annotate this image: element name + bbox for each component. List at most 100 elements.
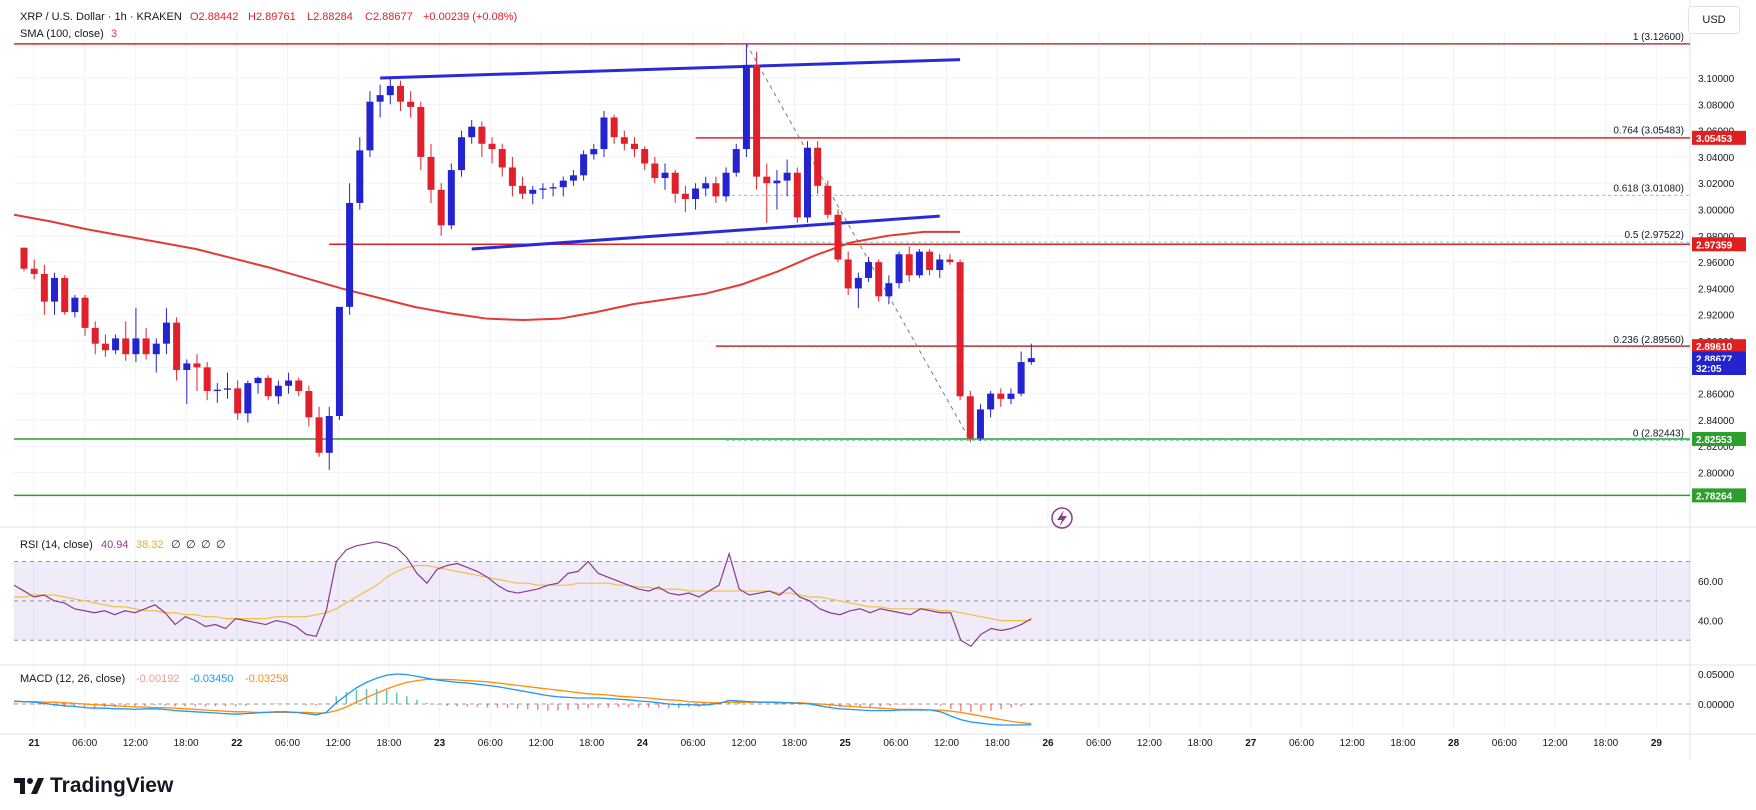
candle-body: [966, 396, 974, 439]
fib-label: 1 (3.12600): [1633, 32, 1684, 43]
candle-body: [132, 338, 140, 355]
candle-body: [549, 187, 557, 189]
time-tick-label: 18:00: [1390, 738, 1415, 749]
candle-body: [193, 363, 201, 368]
candles: [20, 43, 1035, 470]
candle-body: [620, 137, 628, 144]
ohlc-close: C2.88677: [365, 11, 413, 23]
candle-body: [915, 251, 923, 276]
ohlc-high: H2.89761: [248, 11, 296, 23]
candle-body: [1027, 358, 1035, 363]
candle-body: [529, 189, 537, 194]
currency-button[interactable]: USD: [1688, 6, 1740, 34]
candle-body: [997, 393, 1005, 399]
grid: [0, 0, 1756, 760]
time-tick-label: 12:00: [326, 738, 351, 749]
candle-body: [875, 262, 883, 297]
candle-body: [956, 262, 964, 397]
axes: 3.100003.080003.060003.040003.020003.000…: [28, 74, 1734, 749]
candle-body: [559, 180, 567, 188]
candle-body: [478, 126, 486, 144]
candle-body: [335, 306, 343, 416]
rsi-value: 40.94: [101, 539, 129, 551]
price-tick-label: 2.96000: [1698, 258, 1735, 269]
candle-body: [885, 283, 893, 297]
price-tick-label: 2.86000: [1698, 390, 1735, 401]
time-tick-label: 18:00: [1188, 738, 1213, 749]
candle-body: [976, 409, 984, 439]
candle-body: [305, 391, 313, 418]
candle-body: [854, 277, 862, 289]
candle-body: [81, 297, 89, 328]
candle-body: [295, 380, 303, 392]
macd-legend[interactable]: MACD (12, 26, close): [20, 673, 125, 685]
candle-body: [773, 180, 781, 184]
fib-label: 0.764 (3.05483): [1613, 125, 1684, 136]
candle-body: [101, 343, 109, 351]
trendlines: [380, 58, 961, 251]
macd-tick-label: 0.00000: [1698, 700, 1735, 711]
time-tick-label: 06:00: [1086, 738, 1111, 749]
candle-body: [651, 163, 659, 178]
time-tick-label: 28: [1448, 738, 1460, 749]
time-tick-label: 21: [28, 738, 40, 749]
tradingview-chart[interactable]: 1 (3.12600) 0.764 (3.05483) 0.618 (3.01080…: [0, 0, 1756, 810]
trendline: [380, 58, 961, 80]
candle-body: [366, 101, 374, 151]
sma-legend[interactable]: SMA (100, close): [20, 28, 104, 40]
price-tick-label: 3.10000: [1698, 74, 1735, 85]
candle-body: [793, 172, 801, 218]
time-tick-label: 26: [1042, 738, 1054, 749]
price-tag-label: 2.97359: [1696, 240, 1733, 251]
rsi-ma-value: 38.32: [136, 539, 164, 551]
candle-body: [20, 247, 28, 269]
rsi-legend[interactable]: RSI (14, close): [20, 539, 93, 551]
candle-body: [356, 150, 364, 203]
time-tick-label: 27: [1245, 738, 1257, 749]
symbol-info[interactable]: XRP / U.S. Dollar · 1h · KRAKEN: [20, 11, 182, 23]
candle-body: [671, 172, 679, 194]
candle-body: [814, 147, 822, 186]
candle-body: [173, 322, 181, 370]
candle-body: [732, 149, 740, 173]
candle-body: [905, 254, 913, 276]
brand-name: TradingView: [50, 774, 174, 797]
candle-body: [325, 416, 333, 453]
price-tick-label: 3.08000: [1698, 100, 1735, 111]
time-tick-label: 12:00: [1137, 738, 1162, 749]
candle-body: [142, 338, 150, 355]
candle-body: [254, 377, 262, 384]
candle-body: [844, 259, 852, 289]
candle-body: [458, 137, 466, 171]
candle-body: [71, 297, 79, 313]
candle-body: [865, 262, 873, 278]
time-tick-label: 06:00: [478, 738, 503, 749]
candle-body: [803, 147, 811, 218]
lightning-icon[interactable]: [1051, 507, 1073, 529]
price-tag-label: 3.05453: [1696, 134, 1733, 145]
candle-body: [926, 251, 934, 271]
time-tick-label: 12:00: [123, 738, 148, 749]
horizontal-levels: [14, 43, 1690, 497]
sma-legend-value: 3: [111, 28, 117, 40]
candle-body: [112, 338, 120, 351]
fib-label: 0.5 (2.97522): [1625, 230, 1685, 241]
price-tick-label: 2.80000: [1698, 469, 1735, 480]
candle-body: [30, 268, 38, 274]
candle-body: [61, 277, 69, 313]
candle-body: [1017, 362, 1025, 394]
candle-body: [987, 393, 995, 410]
time-tick-label: 12:00: [1542, 738, 1567, 749]
rsi-extra-1: ∅: [171, 539, 181, 551]
macd-tick-label: 0.05000: [1698, 670, 1735, 681]
candle-body: [742, 64, 750, 150]
candle-body: [692, 188, 700, 200]
fib-label: 0.618 (3.01080): [1613, 183, 1684, 194]
candle-body: [396, 85, 404, 102]
candle-body: [580, 154, 588, 176]
candle-body: [569, 175, 577, 181]
ohlc-open: O2.88442: [190, 11, 238, 23]
candle-body: [122, 338, 130, 355]
tradingview-logo[interactable]: TradingView: [14, 774, 173, 798]
candle-body: [91, 327, 99, 344]
